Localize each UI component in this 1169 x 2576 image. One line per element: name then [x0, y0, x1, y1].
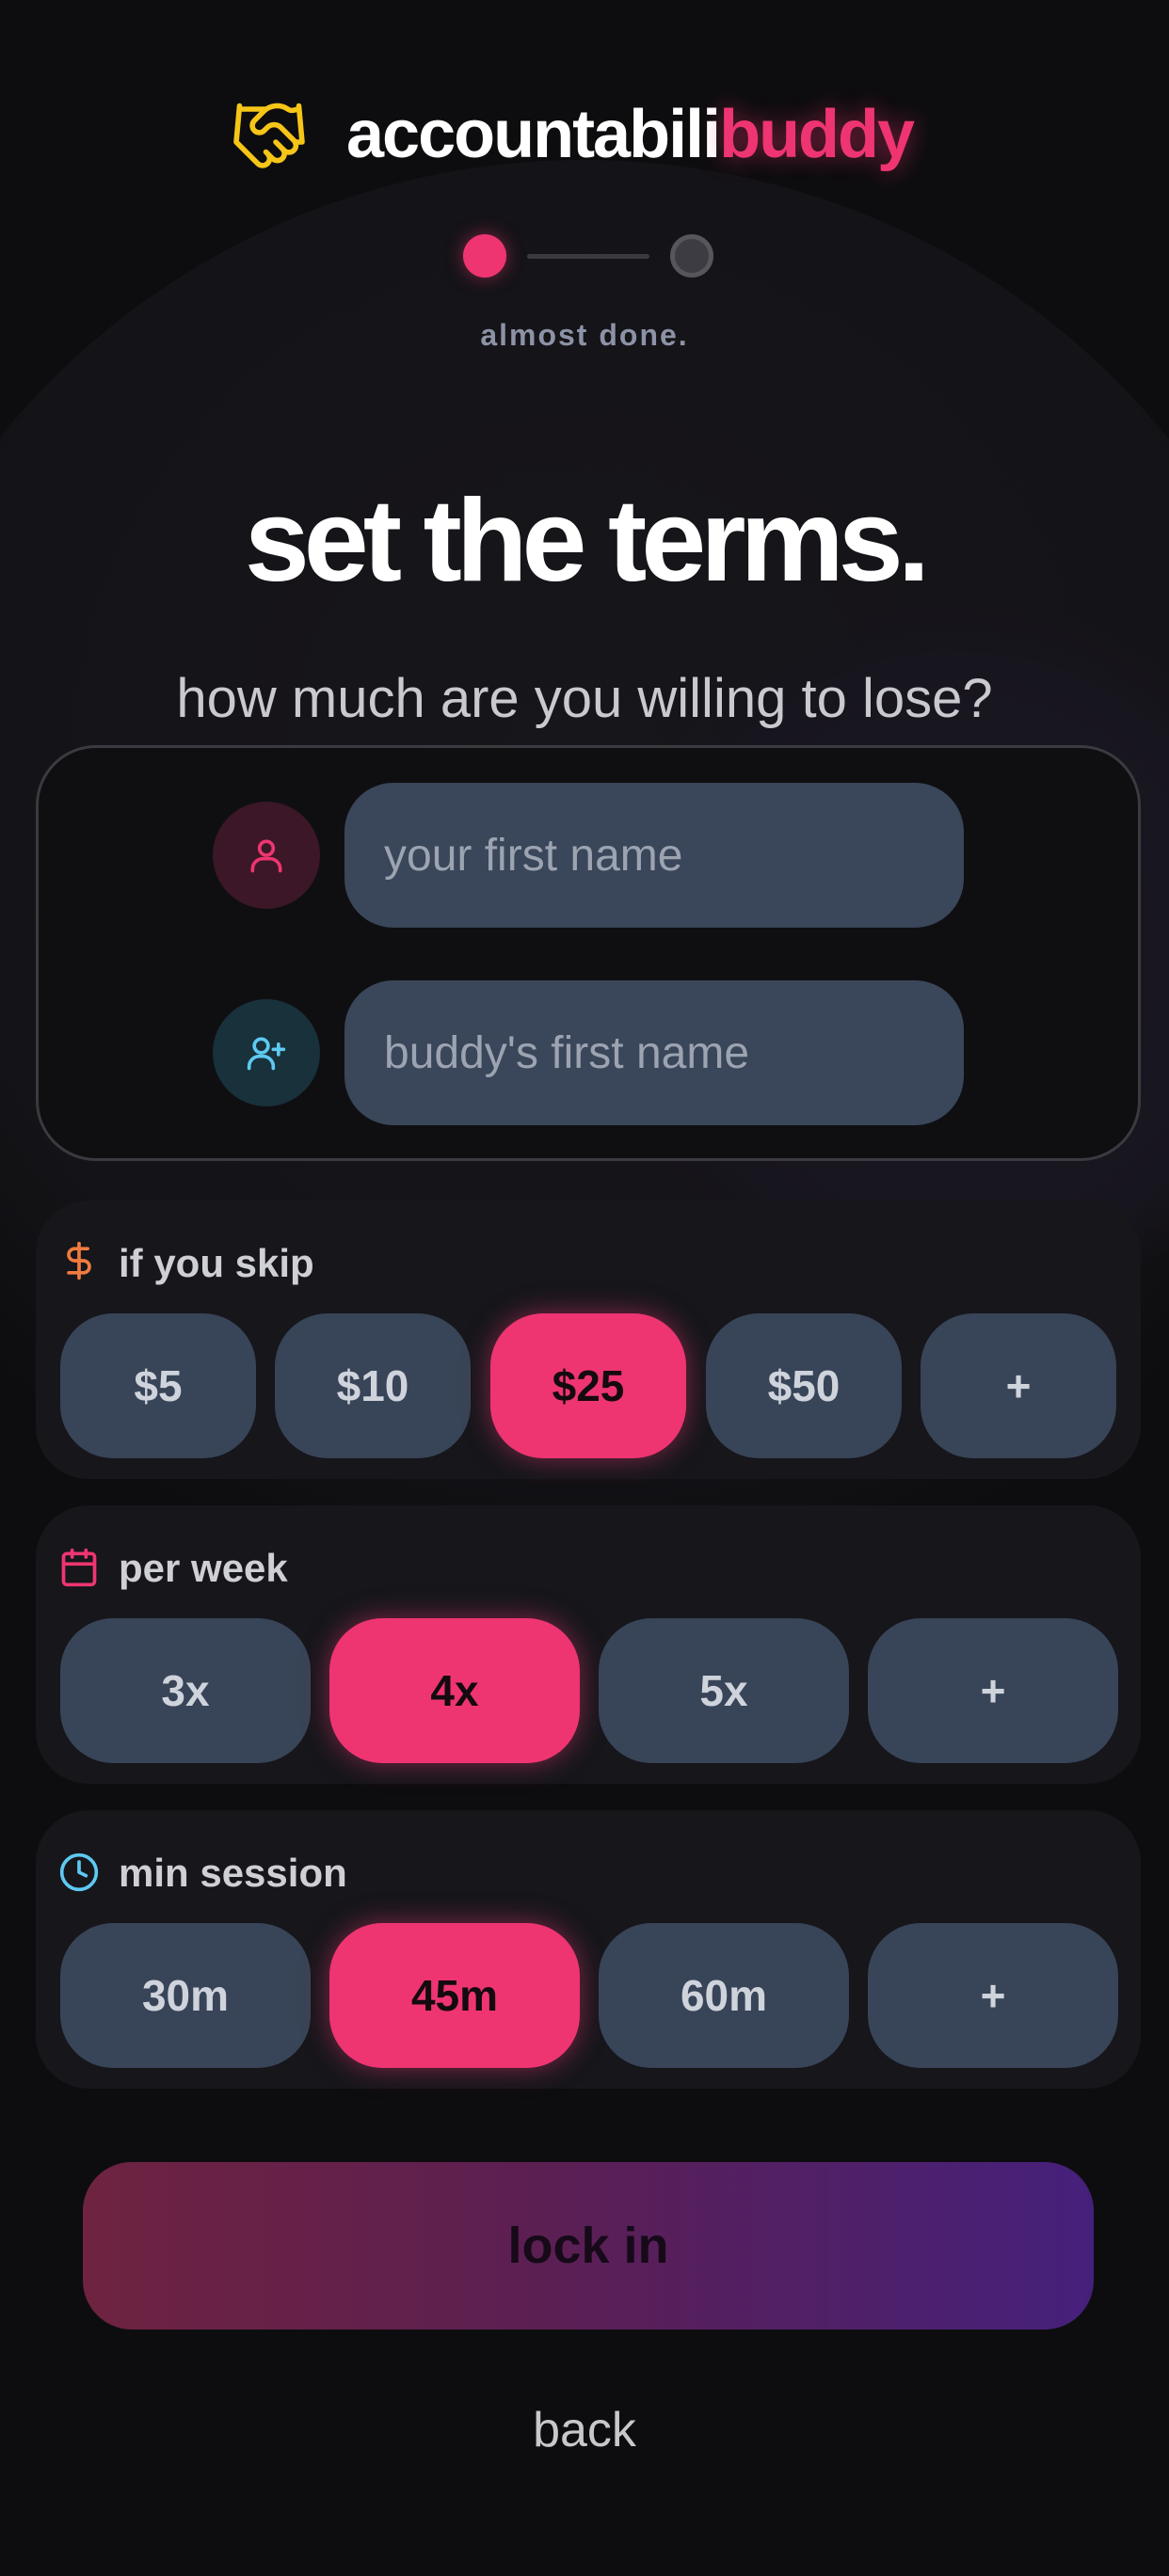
buddy-name-input[interactable] — [344, 980, 964, 1125]
terms-screen: accountabilibuddy almost done. set the t… — [0, 0, 1169, 2576]
brand-part-1: accountabili — [346, 97, 721, 172]
calendar-icon — [58, 1547, 100, 1588]
skip-option-50[interactable]: $50 — [706, 1313, 902, 1458]
skip-option-25[interactable]: $25 — [490, 1313, 686, 1458]
per-week-option-custom[interactable]: + — [868, 1618, 1118, 1763]
per-week-option-5x[interactable]: 5x — [599, 1618, 849, 1763]
per-week-option-4x[interactable]: 4x — [329, 1618, 580, 1763]
progress-label: almost done. — [480, 318, 689, 352]
lock-in-button[interactable]: lock in — [83, 2162, 1094, 2330]
min-session-label: min session — [119, 1851, 347, 1895]
back-link[interactable]: back — [0, 2397, 1169, 2463]
dollar-icon — [58, 1240, 100, 1281]
skip-option-custom[interactable]: + — [921, 1313, 1116, 1458]
progress-connector — [527, 254, 649, 259]
user-plus-icon — [213, 999, 320, 1106]
clock-icon — [58, 1852, 100, 1893]
page-subtitle: how much are you willing to lose? — [176, 668, 993, 729]
progress-step-current — [463, 234, 506, 278]
per-week-label: per week — [119, 1546, 288, 1590]
per-week-option-3x[interactable]: 3x — [60, 1618, 311, 1763]
skip-option-10[interactable]: $10 — [275, 1313, 471, 1458]
user-icon — [213, 802, 320, 909]
app-logo-text: accountabilibuddy — [346, 92, 915, 177]
min-session-option-45m[interactable]: 45m — [329, 1923, 580, 2068]
min-session-option-custom[interactable]: + — [868, 1923, 1118, 2068]
page-title: set the terms. — [244, 476, 930, 606]
my-name-input[interactable] — [344, 783, 964, 928]
skip-option-5[interactable]: $5 — [60, 1313, 256, 1458]
handshake-icon — [230, 96, 309, 175]
min-session-option-60m[interactable]: 60m — [599, 1923, 849, 2068]
progress-step-next — [670, 234, 713, 278]
min-session-option-30m[interactable]: 30m — [60, 1923, 311, 2068]
brand-part-2: buddy — [719, 97, 915, 172]
skip-label: if you skip — [119, 1241, 314, 1285]
